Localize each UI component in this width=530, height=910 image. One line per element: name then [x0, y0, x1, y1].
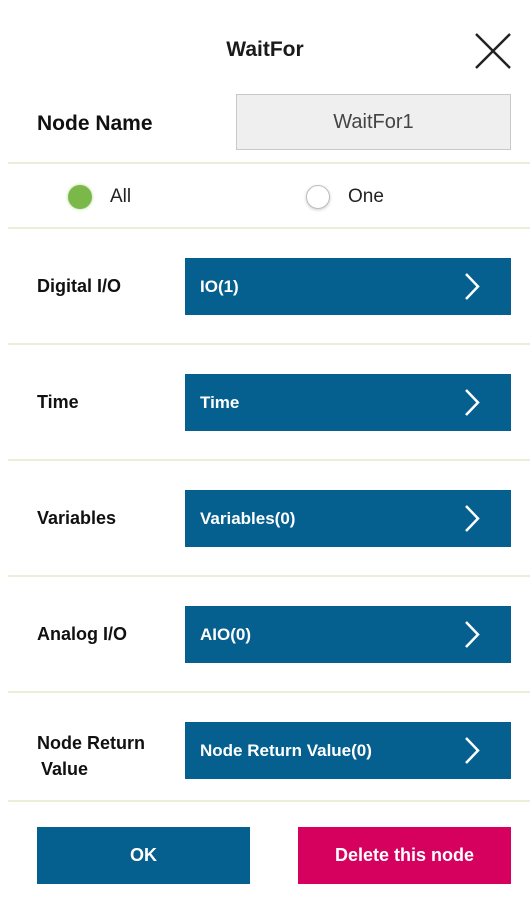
ok-button[interactable]: OK — [37, 827, 250, 884]
divider — [8, 459, 530, 461]
node-return-value-row: Node Return Value Node Return Value(0) — [0, 694, 530, 808]
mode-radio-group: All One — [0, 167, 530, 227]
time-row: Time Time — [0, 346, 530, 460]
variables-button-label: Variables(0) — [200, 509, 296, 528]
digital-io-label: Digital I/O — [37, 276, 122, 296]
radio-one-label: One — [348, 186, 384, 207]
time-label: Time — [37, 392, 79, 412]
dialog-title: WaitFor — [226, 38, 304, 61]
node-name-row: Node Name — [0, 90, 530, 160]
analog-io-row: Analog I/O AIO(0) — [0, 578, 530, 692]
radio-all-label: All — [110, 186, 132, 207]
chevron-right-icon — [465, 273, 480, 300]
node-name-label: Node Name — [37, 112, 153, 135]
divider — [8, 227, 530, 229]
analog-io-button-label: AIO(0) — [200, 625, 251, 644]
analog-io-label: Analog I/O — [37, 624, 127, 644]
divider — [8, 162, 530, 164]
node-return-value-label-line2: Value — [41, 759, 89, 779]
chevron-right-icon — [465, 505, 480, 532]
dialog-header: WaitFor — [0, 0, 530, 90]
radio-all[interactable]: All — [68, 183, 131, 211]
variables-button[interactable]: Variables(0) — [185, 490, 511, 547]
delete-node-button[interactable]: Delete this node — [298, 827, 511, 884]
chevron-right-icon — [465, 621, 480, 648]
analog-io-button[interactable]: AIO(0) — [185, 606, 511, 663]
time-button-label: Time — [200, 393, 240, 412]
time-button[interactable]: Time — [185, 374, 511, 431]
digital-io-row: Digital I/O IO(1) — [0, 230, 530, 344]
node-return-value-button[interactable]: Node Return Value(0) — [185, 722, 511, 779]
variables-row: Variables Variables(0) — [0, 462, 530, 576]
divider — [8, 575, 530, 577]
chevron-right-icon — [465, 737, 480, 764]
radio-selected-indicator — [68, 185, 92, 209]
digital-io-button-label: IO(1) — [200, 277, 239, 296]
node-return-value-button-label: Node Return Value(0) — [200, 741, 372, 760]
radio-unselected-indicator — [306, 185, 330, 209]
node-return-value-label: Node Return Value — [37, 730, 145, 782]
digital-io-button[interactable]: IO(1) — [185, 258, 511, 315]
node-return-value-label-line1: Node Return — [37, 733, 145, 753]
close-icon — [475, 33, 511, 69]
close-button[interactable] — [472, 30, 514, 72]
divider — [8, 800, 530, 802]
divider — [8, 691, 530, 693]
node-name-input[interactable] — [236, 94, 511, 150]
variables-label: Variables — [37, 508, 117, 528]
chevron-right-icon — [465, 389, 480, 416]
divider — [8, 343, 530, 345]
radio-one[interactable]: One — [306, 183, 384, 211]
